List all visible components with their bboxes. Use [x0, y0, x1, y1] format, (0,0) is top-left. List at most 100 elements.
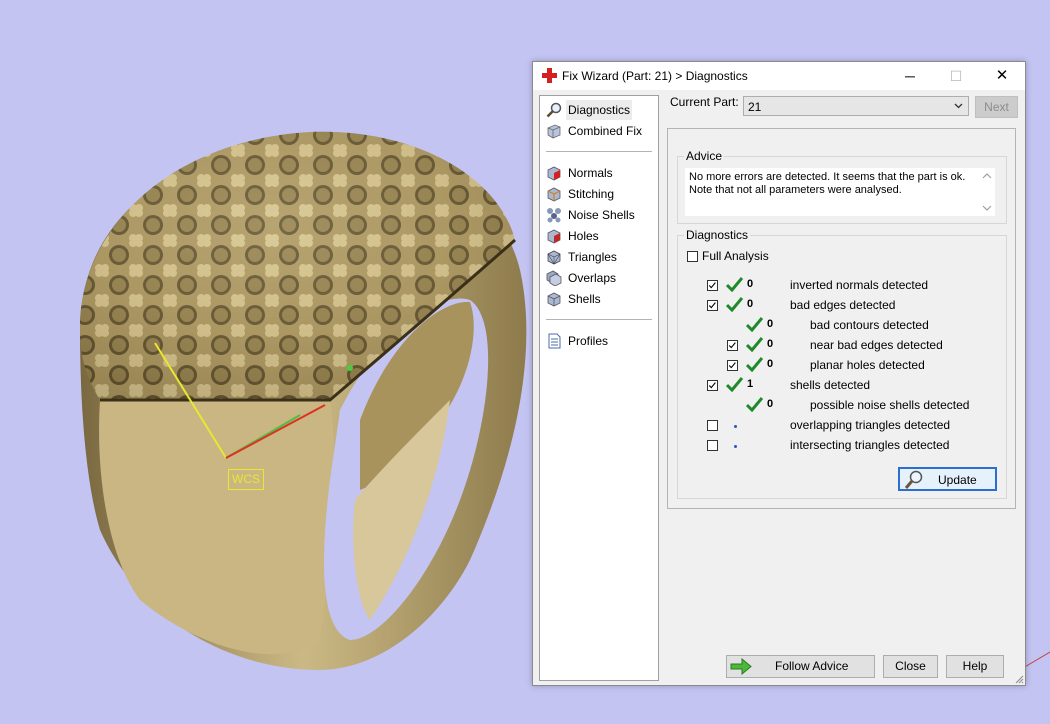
checkmark-icon	[708, 382, 716, 389]
diagnostics-group: Diagnostics Full Analysis 0 inverted nor…	[677, 228, 1007, 499]
maximize-button[interactable]: ☐	[933, 62, 979, 90]
count-bad-contours: 0	[767, 318, 774, 330]
nav-label: Diagnostics	[566, 100, 633, 120]
full-analysis-label: Full Analysis	[702, 249, 769, 263]
label-noise-shells: possible noise shells detected	[810, 398, 970, 412]
noise-shells-icon	[547, 208, 561, 223]
combined-fix-icon	[547, 124, 561, 139]
nav-item-holes[interactable]: Holes	[544, 226, 654, 246]
label-planar-holes: planar holes detected	[810, 358, 925, 372]
checkbox-inverted-normals[interactable]	[707, 280, 718, 291]
wcs-label: WCS	[228, 469, 264, 490]
nav-item-overlaps[interactable]: Overlaps	[544, 268, 654, 288]
stitching-icon	[547, 187, 561, 202]
ok-check-icon	[726, 377, 743, 392]
nav-label: Overlaps	[568, 271, 617, 285]
follow-advice-label: Follow Advice	[775, 659, 849, 673]
nav-label: Noise Shells	[568, 208, 635, 222]
pending-dot-icon	[734, 445, 737, 448]
nav-label: Combined Fix	[568, 124, 643, 138]
count-planar-holes: 0	[767, 358, 774, 370]
checkbox-planar-holes[interactable]	[727, 360, 738, 371]
nav-item-stitching[interactable]: Stitching	[544, 184, 654, 204]
title-bar[interactable]: Fix Wizard (Part: 21) > Diagnostics ─ ☐ …	[533, 62, 1025, 90]
nav-item-profiles[interactable]: Profiles	[544, 331, 654, 351]
advice-textbox[interactable]: No more errors are detected. It seems th…	[685, 168, 995, 216]
diagnostics-panel: Advice No more errors are detected. It s…	[667, 128, 1016, 509]
nav-item-noise-shells[interactable]: Noise Shells	[544, 205, 654, 225]
resize-grip-icon[interactable]	[1014, 674, 1024, 684]
count-inverted-normals: 0	[747, 278, 754, 290]
nav-label: Normals	[568, 166, 613, 180]
ok-check-icon	[726, 297, 743, 312]
nav-item-combined-fix[interactable]: Combined Fix	[544, 121, 654, 141]
checkbox-intersecting-triangles[interactable]	[707, 440, 718, 451]
advice-line: No more errors are detected. It seems th…	[689, 171, 966, 183]
nav-label: Stitching	[568, 187, 615, 201]
label-inverted-normals: inverted normals detected	[790, 278, 929, 292]
next-button[interactable]: Next	[975, 96, 1018, 118]
normals-icon	[547, 166, 561, 181]
close-window-button[interactable]: ✕	[979, 62, 1025, 90]
nav-item-diagnostics[interactable]: Diagnostics	[544, 100, 654, 120]
ok-check-icon	[746, 337, 763, 352]
pending-dot-icon	[734, 425, 737, 428]
profiles-icon	[548, 333, 561, 349]
label-intersecting-triangles: intersecting triangles detected	[790, 438, 950, 452]
wizard-nav: Diagnostics Combined Fix Normals Stitchi…	[539, 95, 659, 681]
shells-icon	[547, 292, 561, 307]
checkbox-shells[interactable]	[707, 380, 718, 391]
nav-label: Holes	[568, 229, 599, 243]
red-cross-icon	[542, 68, 557, 83]
nav-item-shells[interactable]: Shells	[544, 289, 654, 309]
arrow-right-icon	[730, 658, 752, 675]
current-part-label: Current Part:	[670, 95, 739, 109]
nav-divider	[546, 151, 652, 152]
checkmark-icon	[728, 342, 736, 349]
update-label: Update	[938, 473, 977, 487]
nav-item-normals[interactable]: Normals	[544, 163, 654, 183]
checkbox-near-bad-edges[interactable]	[727, 340, 738, 351]
label-shells: shells detected	[790, 378, 871, 392]
ok-check-icon	[726, 277, 743, 292]
minimize-button[interactable]: ─	[887, 62, 933, 90]
current-part-select[interactable]: 21	[743, 96, 969, 116]
label-bad-edges: bad edges detected	[790, 298, 896, 312]
checkbox-bad-edges[interactable]	[707, 300, 718, 311]
advice-group: Advice No more errors are detected. It s…	[677, 149, 1007, 224]
label-near-bad-edges: near bad edges detected	[810, 338, 943, 352]
checkmark-icon	[728, 362, 736, 369]
full-analysis-checkbox[interactable]	[687, 251, 698, 262]
count-bad-edges: 0	[747, 298, 754, 310]
holes-icon	[547, 229, 561, 244]
checkbox-overlapping-triangles[interactable]	[707, 420, 718, 431]
nav-item-triangles[interactable]: Triangles	[544, 247, 654, 267]
ok-check-icon	[746, 397, 763, 412]
magnifier-icon	[904, 470, 923, 489]
checkmark-icon	[708, 302, 716, 309]
follow-advice-button[interactable]: Follow Advice	[726, 655, 875, 678]
nav-label: Profiles	[568, 334, 609, 348]
ok-check-icon	[746, 357, 763, 372]
help-button[interactable]: Help	[946, 655, 1004, 678]
nav-divider	[546, 319, 652, 320]
count-near-bad-edges: 0	[767, 338, 774, 350]
triangles-icon	[547, 250, 561, 265]
label-bad-contours: bad contours detected	[810, 318, 929, 332]
close-button[interactable]: Close	[883, 655, 938, 678]
chevron-down-icon	[954, 103, 963, 109]
fix-wizard-dialog: Fix Wizard (Part: 21) > Diagnostics ─ ☐ …	[532, 61, 1026, 686]
checkmark-icon	[708, 282, 716, 289]
label-overlapping-triangles: overlapping triangles detected	[790, 418, 951, 432]
magnifier-icon	[546, 102, 562, 118]
nav-label: Shells	[568, 292, 601, 306]
update-button[interactable]: Update	[898, 467, 997, 491]
nav-label: Triangles	[568, 250, 617, 264]
ok-check-icon	[746, 317, 763, 332]
advice-line: Note that not all parameters were analys…	[689, 184, 902, 196]
current-part-value: 21	[748, 100, 762, 114]
count-shells: 1	[747, 378, 754, 390]
advice-scrollbar[interactable]	[979, 168, 995, 216]
advice-title: Advice	[684, 149, 725, 163]
diagnostics-title: Diagnostics	[684, 228, 751, 242]
